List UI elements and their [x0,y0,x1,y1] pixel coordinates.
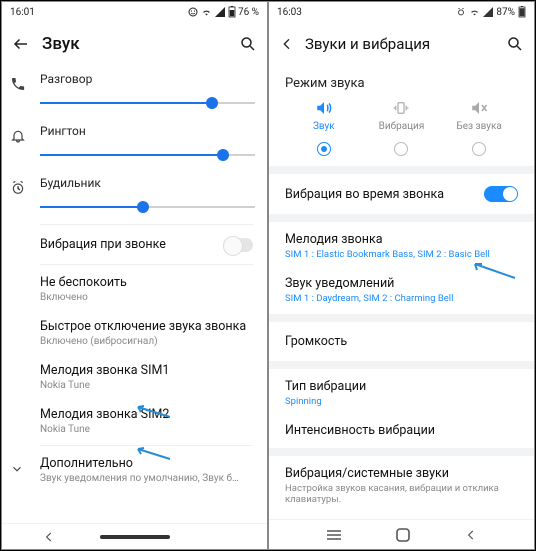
vib-type-row[interactable]: Тип вибрации Spinning [269,369,534,415]
mode-title: Режим звука [269,66,534,99]
content: Разговор Рингтон Будильник [2,66,267,523]
page-title: Звук [42,34,239,54]
nav-back-icon[interactable] [42,530,56,544]
wifi-icon [469,7,480,17]
nav-bar [269,519,534,549]
vibrate-switch[interactable] [223,238,253,252]
battery-label: 87% [496,7,515,18]
ringtone-sim2-item[interactable]: Мелодия звонка SIM2 Nokia Tune [2,399,267,443]
battery-icon [518,6,526,18]
left-phone: 16:01 76 % Звук Разговор [1,1,268,550]
ringtone-row[interactable]: Мелодия звонка SIM 1 : Elastic Bookmark … [269,222,534,268]
talk-slider[interactable] [40,94,255,112]
status-bar: 16:03 87% [269,2,534,22]
radio-sound[interactable] [317,142,331,156]
ring-slider[interactable] [40,146,255,164]
vibrate-ring-row[interactable]: Вибрация во время звонка [269,174,534,214]
ring-label: Рингтон [40,124,255,138]
vibrate-label: Вибрация при звонке [40,237,223,252]
nav-home[interactable] [100,535,170,539]
search-icon[interactable] [239,35,257,53]
wifi-icon [201,7,212,17]
mode-sound[interactable]: Звук [294,99,354,132]
alarm-slider[interactable] [40,198,255,216]
status-bar: 16:01 76 % [2,2,267,22]
nav-home-icon[interactable] [395,527,411,543]
search-icon[interactable] [506,35,524,53]
smiley-icon [188,7,198,17]
nav-recents-icon[interactable] [325,528,343,542]
ringtone-sim1-item[interactable]: Мелодия звонка SIM1 Nokia Tune [2,355,267,399]
slider-talk: Разговор [2,66,267,118]
alarm-status-icon [456,7,466,17]
nav-back-icon[interactable] [464,528,478,542]
radio-row [269,138,534,166]
page-title: Звуки и вибрация [305,35,506,53]
header: Звуки и вибрация [269,22,534,66]
mode-vibrate[interactable]: Вибрация [371,99,431,132]
slider-alarm: Будильник [2,170,267,222]
talk-label: Разговор [40,72,255,86]
advanced-item[interactable]: Дополнительно Звук уведомления по умолча… [2,448,267,492]
nav-bar [2,523,267,549]
phone-icon [10,76,26,92]
signal-icon [483,7,493,17]
mode-row: Звук Вибрация Без звука [269,99,534,138]
radio-vibrate[interactable] [394,142,408,156]
sys-sounds-row[interactable]: Вибрация/системные звуки Настройка звуко… [269,456,534,511]
back-icon[interactable] [279,36,295,52]
back-icon[interactable] [12,35,30,53]
radio-silent[interactable] [472,142,486,156]
vibrate-on-call[interactable]: Вибрация при звонке [2,227,267,262]
vibrate-icon [391,99,411,117]
speaker-icon [314,99,334,117]
battery-icon [228,6,236,18]
notif-row[interactable]: Звук уведомлений SIM 1 : Daydream, SIM 2… [269,268,534,314]
time-label: 16:03 [277,7,302,18]
vib-int-row[interactable]: Интенсивность вибрации [269,415,534,448]
content: Режим звука Звук Вибрация Без звука [269,66,534,519]
right-phone: 16:03 87% Звуки и вибрация Режим звука З… [268,1,535,550]
slider-ring: Рингтон [2,118,267,170]
vibrate-ring-switch[interactable] [484,186,518,202]
volume-row[interactable]: Громкость [269,322,534,361]
bell-icon [10,128,26,144]
mode-silent[interactable]: Без звука [449,99,509,132]
alarm-label: Будильник [40,176,255,190]
battery-label: 76 % [238,7,259,18]
time-label: 16:01 [10,7,35,18]
header: Звук [2,22,267,66]
mute-icon [469,99,489,117]
quick-mute-item[interactable]: Быстрое отключение звука звонка Включено… [2,311,267,355]
chevron-down-icon [10,462,24,476]
alarm-icon [10,180,26,196]
dnd-item[interactable]: Не беспокоить Включено [2,267,267,311]
signal-icon [215,7,225,17]
